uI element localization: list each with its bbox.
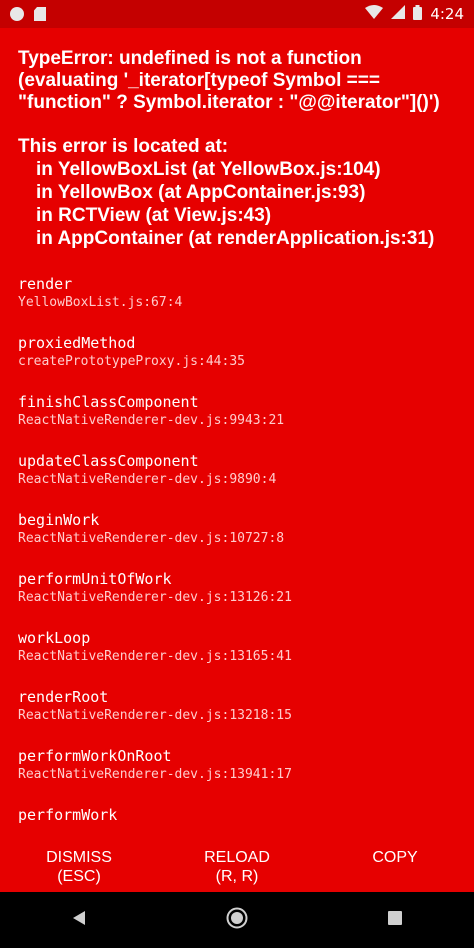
stack-frame[interactable]: finishClassComponent ReactNativeRenderer… — [18, 392, 458, 451]
frame-method: performUnitOfWork — [18, 570, 172, 588]
frame-file: ReactNativeRenderer-dev.js:13218:15 — [18, 708, 292, 723]
notification-dot-icon — [10, 7, 24, 21]
stack-frame[interactable]: beginWork ReactNativeRenderer-dev.js:107… — [18, 510, 458, 569]
copy-button[interactable]: COPY — [316, 848, 474, 892]
home-circle-icon — [226, 907, 248, 934]
stack-trace[interactable]: render YellowBoxList.js:67:4 proxiedMeth… — [18, 274, 458, 864]
frame-method: performWorkOnRoot — [18, 747, 172, 765]
frame-file: ReactNativeRenderer-dev.js:13165:41 — [18, 649, 292, 664]
error-header: TypeError: undefined is not a function (… — [18, 48, 458, 250]
dismiss-button[interactable]: DISMISS (ESC) — [0, 848, 158, 892]
copy-label: COPY — [372, 849, 418, 866]
stack-frame[interactable]: proxiedMethod createPrototypeProxy.js:44… — [18, 333, 458, 392]
location-line: in YellowBoxList (at YellowBox.js:104) — [36, 159, 381, 180]
frame-method: render — [18, 275, 73, 293]
reload-label: RELOAD — [204, 849, 270, 866]
error-title: TypeError: undefined is not a function (… — [18, 48, 440, 113]
location-line: in RCTView (at View.js:43) — [36, 205, 272, 226]
frame-file: ReactNativeRenderer-dev.js:13941:17 — [18, 767, 292, 782]
stack-frame[interactable]: updateClassComponent ReactNativeRenderer… — [18, 451, 458, 510]
back-button[interactable] — [49, 900, 109, 940]
status-right: 4:24 — [365, 4, 464, 24]
frame-file: ReactNativeRenderer-dev.js:9943:21 — [18, 413, 285, 428]
frame-method: renderRoot — [18, 688, 109, 706]
stack-frame[interactable]: performUnitOfWork ReactNativeRenderer-de… — [18, 569, 458, 628]
frame-file: ReactNativeRenderer-dev.js:9890:4 — [18, 472, 277, 487]
location-title: This error is located at: — [18, 136, 229, 157]
home-button[interactable] — [207, 900, 267, 940]
frame-method: finishClassComponent — [18, 393, 199, 411]
frame-method: updateClassComponent — [18, 452, 199, 470]
battery-icon — [413, 4, 423, 24]
wifi-icon — [365, 5, 384, 23]
cellular-signal-icon — [391, 5, 406, 23]
frame-file: ReactNativeRenderer-dev.js:10727:8 — [18, 531, 285, 546]
recents-square-icon — [388, 910, 402, 930]
frame-method: proxiedMethod — [18, 334, 136, 352]
reload-shortcut: (R, R) — [215, 868, 259, 885]
sd-card-icon — [34, 7, 46, 21]
location-line: in YellowBox (at AppContainer.js:93) — [36, 182, 366, 203]
frame-method: beginWork — [18, 511, 100, 529]
action-bar: DISMISS (ESC) RELOAD (R, R) COPY — [0, 848, 474, 892]
navigation-bar — [0, 892, 474, 948]
reload-button[interactable]: RELOAD (R, R) — [158, 848, 316, 892]
frame-file: createPrototypeProxy.js:44:35 — [18, 354, 245, 369]
status-time: 4:24 — [430, 5, 464, 23]
frame-file: YellowBoxList.js:67:4 — [18, 295, 183, 310]
location-line: in AppContainer (at renderApplication.js… — [36, 228, 435, 249]
stack-frame[interactable]: workLoop ReactNativeRenderer-dev.js:1316… — [18, 628, 458, 687]
recents-button[interactable] — [365, 900, 425, 940]
dismiss-label: DISMISS — [46, 849, 112, 866]
stack-frame[interactable]: performWorkOnRoot ReactNativeRenderer-de… — [18, 746, 458, 805]
stack-frame[interactable]: renderRoot ReactNativeRenderer-dev.js:13… — [18, 687, 458, 746]
status-bar: 4:24 — [0, 0, 474, 28]
status-left — [10, 7, 46, 21]
frame-method: performWork — [18, 806, 118, 824]
frame-method: workLoop — [18, 629, 91, 647]
dismiss-shortcut: (ESC) — [57, 868, 101, 885]
stack-frame[interactable]: render YellowBoxList.js:67:4 — [18, 274, 458, 333]
frame-file: ReactNativeRenderer-dev.js:13126:21 — [18, 590, 292, 605]
back-triangle-icon — [71, 910, 87, 931]
